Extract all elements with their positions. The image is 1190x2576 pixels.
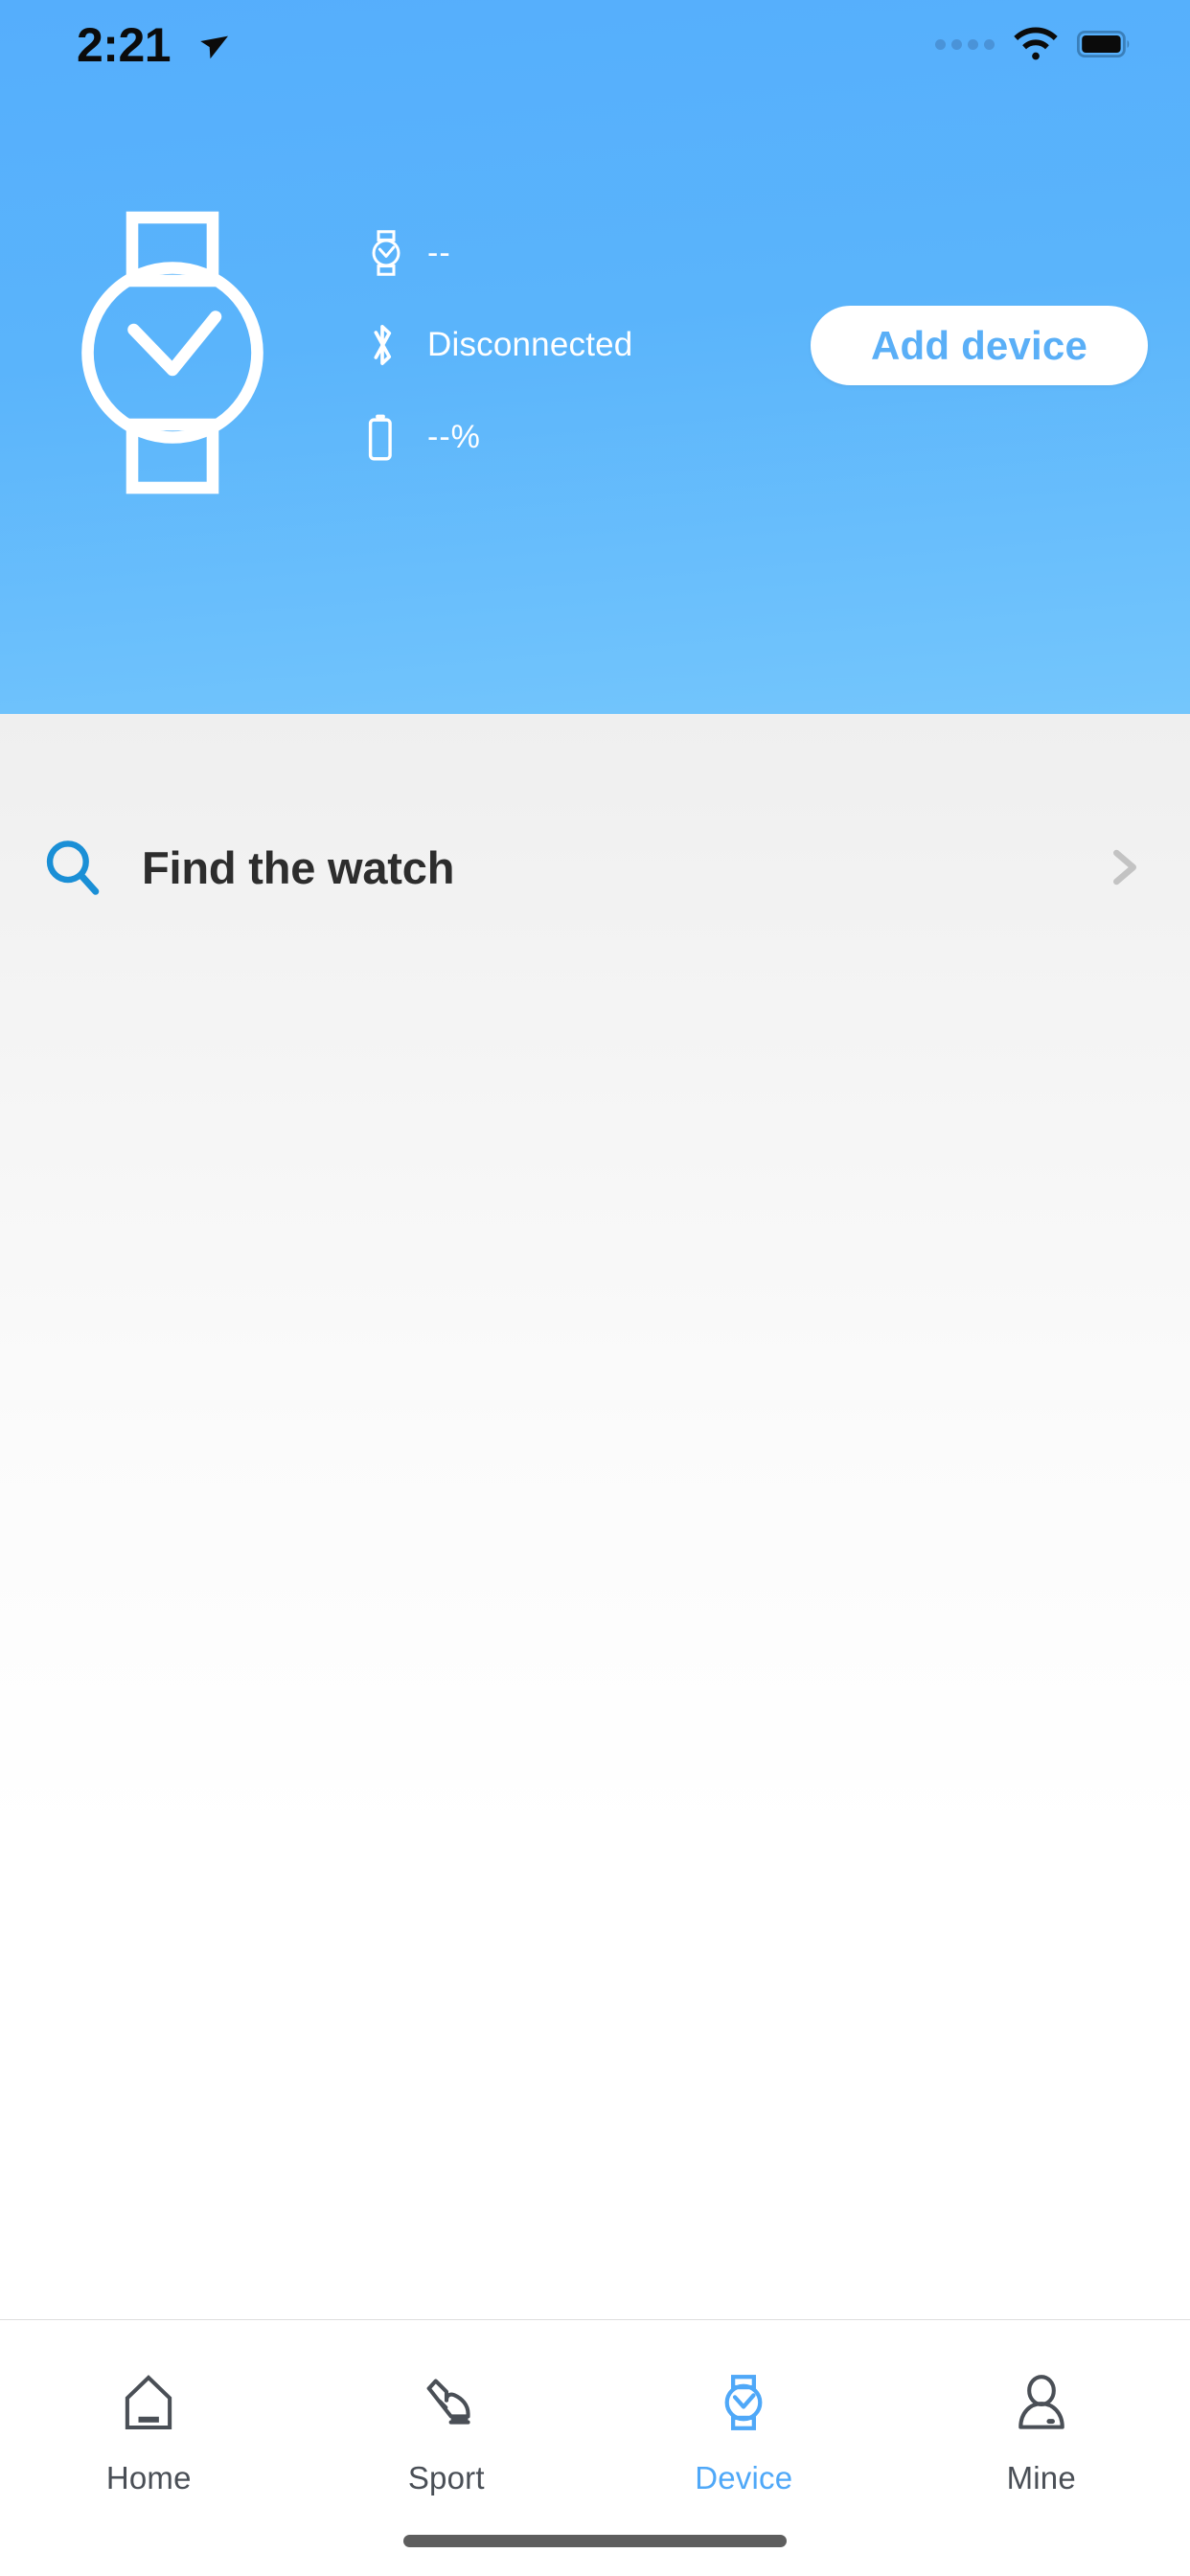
tab-device[interactable]: Device: [595, 2320, 893, 2496]
device-battery-level: --%: [427, 418, 481, 455]
chevron-right-icon: [1113, 849, 1136, 886]
wifi-icon: [1014, 27, 1058, 60]
device-connection-status: Disconnected: [427, 326, 633, 363]
device-name: --: [427, 234, 451, 271]
tab-mine-label: Mine: [1006, 2460, 1076, 2496]
device-info: -- Disconnected --%: [366, 218, 778, 472]
tab-sport-label: Sport: [407, 2460, 485, 2496]
location-arrow-icon: [200, 35, 229, 59]
battery-full-icon: [1077, 31, 1130, 58]
tab-mine[interactable]: Mine: [893, 2320, 1190, 2496]
device-connection-row: Disconnected: [366, 310, 778, 380]
tab-sport[interactable]: Sport: [298, 2320, 596, 2496]
status-bar-icons: [935, 27, 1131, 61]
find-the-watch-label: Find the watch: [142, 841, 455, 893]
app-screen: 2:21 -- Disconnected --% Add device Find…: [0, 0, 1190, 2576]
watch-outline-icon: [81, 211, 263, 494]
person-icon: [999, 2360, 1084, 2445]
main-content: Find the watch: [0, 714, 1190, 2319]
battery-vertical-icon: [366, 414, 406, 461]
device-battery-row: --%: [366, 402, 778, 472]
add-device-button[interactable]: Add device: [811, 306, 1148, 385]
search-icon: [46, 840, 100, 895]
device-name-row: --: [366, 218, 778, 288]
watch-icon: [701, 2360, 786, 2445]
tab-home-label: Home: [105, 2460, 192, 2496]
status-bar: 2:21: [0, 0, 1190, 92]
home-icon: [106, 2360, 191, 2445]
watch-small-icon: [366, 230, 406, 276]
status-bar-time: 2:21: [77, 18, 172, 72]
device-header: 2:21 -- Disconnected --% Add device: [0, 0, 1190, 714]
bluetooth-icon: [366, 322, 406, 368]
tab-home[interactable]: Home: [0, 2320, 298, 2496]
find-the-watch-row[interactable]: Find the watch: [0, 815, 1190, 920]
shoe-icon: [404, 2360, 489, 2445]
home-indicator[interactable]: [403, 2535, 787, 2547]
tab-device-label: Device: [695, 2460, 793, 2496]
signal-dots-icon: [935, 38, 995, 50]
